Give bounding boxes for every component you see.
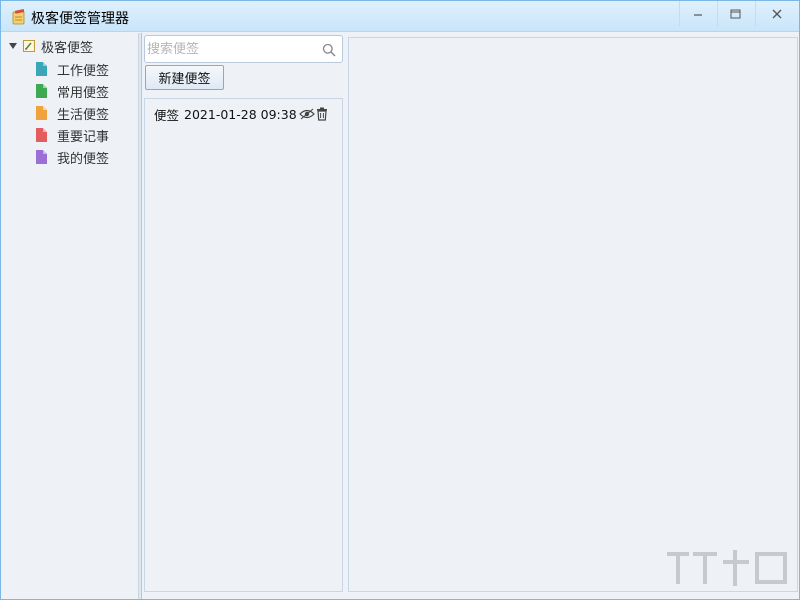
note-icon xyxy=(36,84,47,98)
tree-item-label: 重要记事 xyxy=(57,129,110,145)
search-input[interactable] xyxy=(147,39,317,59)
note-icon xyxy=(36,128,47,142)
tree-root-label: 极客便签 xyxy=(41,40,94,56)
watermark-logo xyxy=(663,546,793,602)
note-icon xyxy=(36,62,47,76)
app-window: 极客便签管理器 极客便签 工作便签 常用便签 生活便签 重要记事 我的便签 搜索… xyxy=(0,0,800,600)
note-icon xyxy=(36,150,47,164)
note-icon xyxy=(36,106,47,120)
note-content-panel[interactable] xyxy=(348,37,798,592)
tree-item-label: 我的便签 xyxy=(57,151,110,167)
window-title: 极客便签管理器 xyxy=(31,11,129,27)
trash-icon[interactable] xyxy=(316,107,328,121)
note-list-item[interactable]: 便签 2021-01-28 09:38 xyxy=(154,106,328,123)
tree-item-label: 工作便签 xyxy=(57,63,110,79)
tree-item-mine[interactable]: 我的便签 xyxy=(36,146,109,168)
tree-item-label: 常用便签 xyxy=(57,85,110,101)
title-bar[interactable]: 极客便签管理器 xyxy=(1,1,799,32)
tree-children: 工作便签 常用便签 生活便签 重要记事 我的便签 xyxy=(36,58,109,168)
eye-icon[interactable] xyxy=(298,108,315,120)
minimize-icon xyxy=(693,9,703,19)
note-list: 便签 2021-01-28 09:38 xyxy=(144,98,343,592)
search-box[interactable] xyxy=(144,35,343,63)
note-datetime: 2021-01-28 09:38 xyxy=(184,106,297,122)
panel-splitter[interactable] xyxy=(138,33,142,599)
notepad-icon xyxy=(11,8,27,25)
tree-root-item[interactable]: 极客便签 xyxy=(7,36,93,56)
tree-item-life[interactable]: 生活便签 xyxy=(36,102,109,124)
tree-item-label: 生活便签 xyxy=(57,107,110,123)
minimize-button[interactable] xyxy=(679,1,715,27)
tree-item-common[interactable]: 常用便签 xyxy=(36,80,109,102)
category-tree: 极客便签 工作便签 常用便签 生活便签 重要记事 我的便签 xyxy=(2,33,138,599)
tree-item-important[interactable]: 重要记事 xyxy=(36,124,109,146)
note-title: 便签 xyxy=(154,107,180,123)
search-icon[interactable] xyxy=(322,43,336,57)
notebook-icon xyxy=(22,39,36,53)
tree-item-work[interactable]: 工作便签 xyxy=(36,58,109,80)
maximize-icon xyxy=(730,9,741,19)
maximize-button[interactable] xyxy=(717,1,753,27)
expand-arrow-icon[interactable] xyxy=(7,40,19,52)
new-note-button[interactable]: 新建便签 xyxy=(145,65,224,90)
close-button[interactable] xyxy=(755,1,797,27)
close-icon xyxy=(772,9,782,19)
